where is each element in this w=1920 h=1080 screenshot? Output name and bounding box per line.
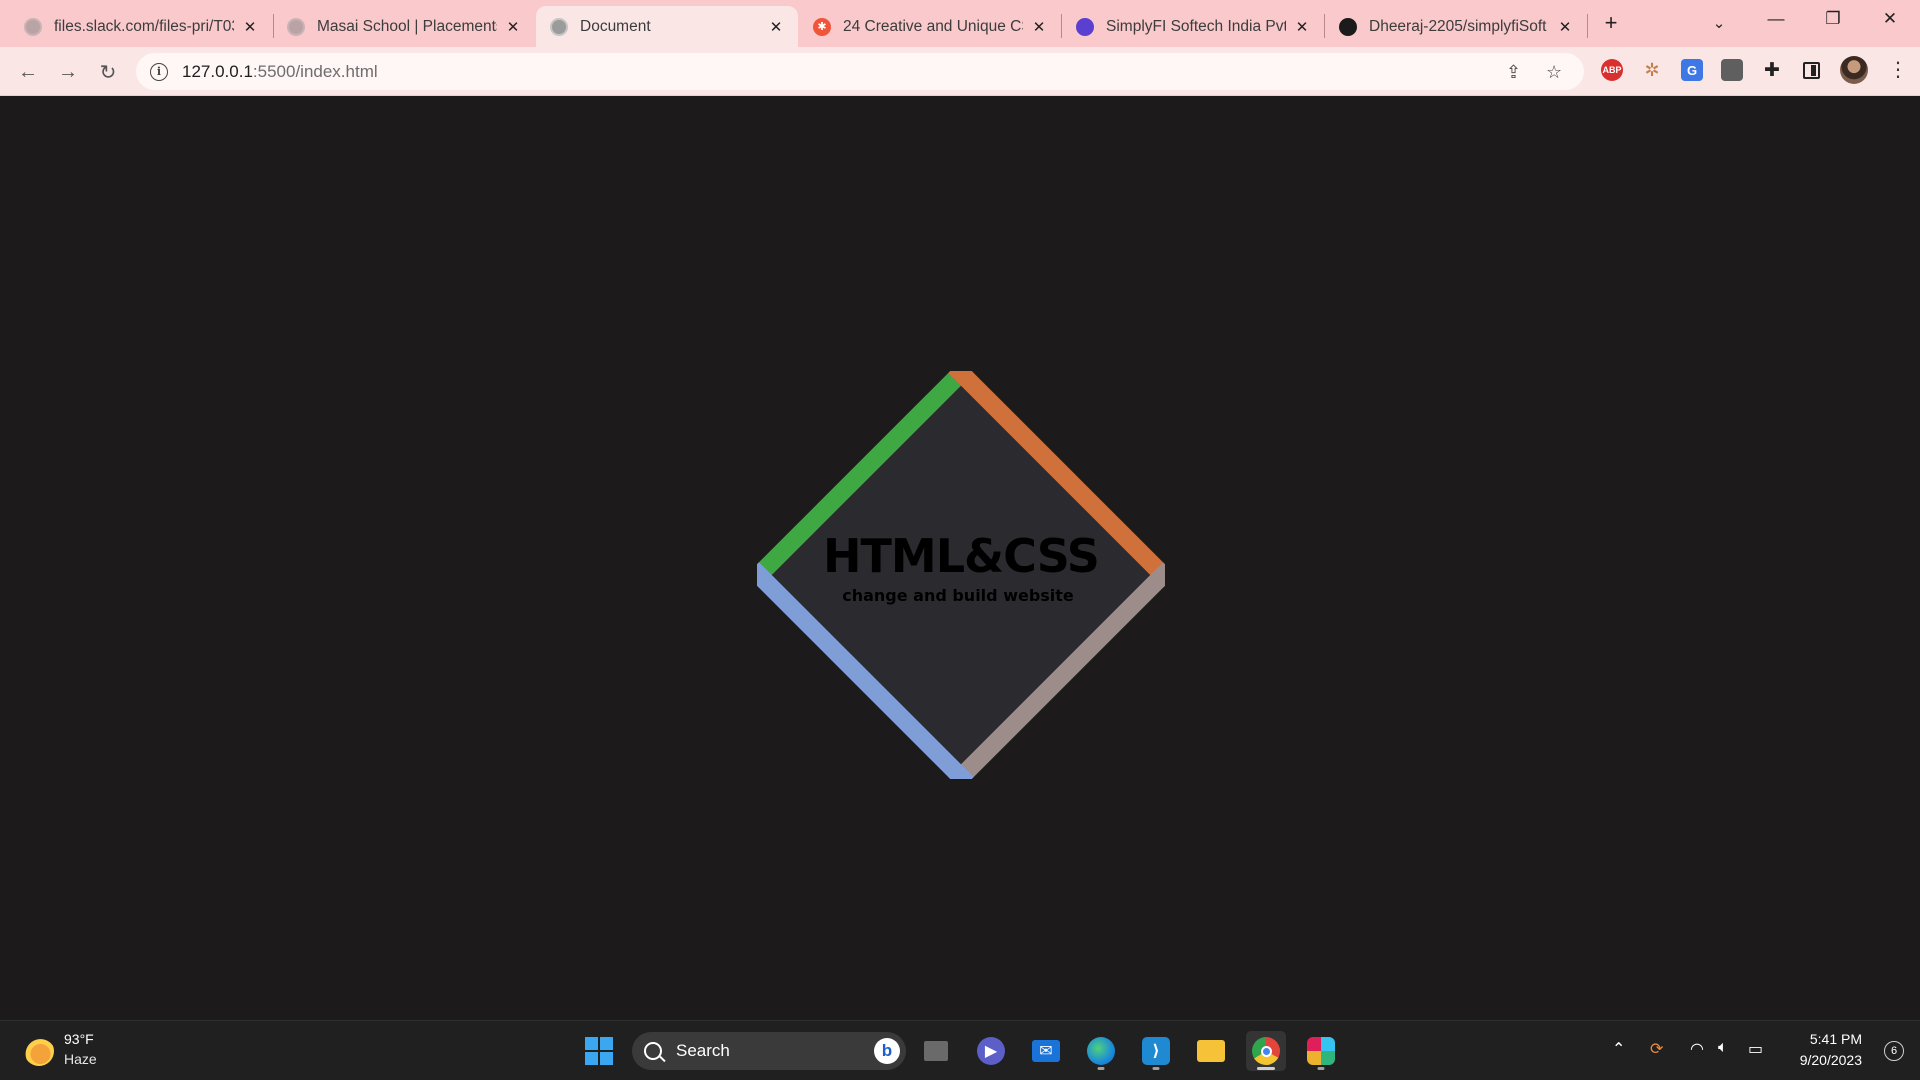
restore-button[interactable]: ❐ (1805, 0, 1861, 38)
tab-title: Document (580, 17, 651, 35)
minimize-button[interactable]: — (1748, 0, 1804, 38)
tab-document-active[interactable]: Document ✕ (536, 6, 798, 47)
tab-creative-css[interactable]: ✱ 24 Creative and Unique CS ✕ (799, 6, 1061, 47)
mail-icon[interactable]: ✉ (1026, 1031, 1066, 1071)
tab-title: Dheeraj-2205/simplyfiSoft (1369, 17, 1547, 35)
share-icon[interactable]: ⇪ (1506, 62, 1521, 83)
sync-icon[interactable]: ⟳ (1650, 1039, 1663, 1059)
edge-glyph (1087, 1037, 1115, 1065)
window-extension-icon[interactable] (1721, 59, 1743, 81)
tab-title: SimplyFI Softech India Pvt. (1106, 17, 1286, 35)
tab-search-chevron-icon[interactable]: ⌄ (1704, 8, 1734, 38)
tab-github-repo[interactable]: Dheeraj-2205/simplyfiSoft ✕ (1325, 6, 1587, 47)
chrome-icon[interactable] (1246, 1031, 1286, 1071)
slack-icon[interactable] (1301, 1031, 1341, 1071)
battery-icon[interactable]: ▭ (1748, 1039, 1763, 1059)
globe-icon (24, 17, 42, 36)
slack-glyph (1307, 1037, 1335, 1065)
tab-masai-placements[interactable]: Masai School | Placements ✕ (273, 6, 535, 47)
windows-logo-icon (585, 1037, 613, 1065)
side-panel-icon[interactable] (1803, 62, 1820, 79)
globe-icon (287, 17, 305, 36)
close-icon[interactable]: ✕ (766, 17, 786, 37)
search-label: Search (676, 1041, 730, 1060)
weather-temperature[interactable]: 93°F (64, 1031, 94, 1047)
tab-title: 24 Creative and Unique CS (843, 17, 1023, 35)
site-info-icon[interactable]: i (150, 62, 168, 81)
running-indicator (1317, 1067, 1325, 1070)
teams-meet-icon[interactable]: ▶ (971, 1031, 1011, 1071)
weather-haze-icon[interactable] (24, 1036, 54, 1066)
logo-subtitle: change and build website (842, 586, 1074, 605)
chrome-glyph (1252, 1037, 1280, 1065)
windows-taskbar: 93°F Haze Search b ▶ ✉ ⟩ ⌃ ⟳ ◠ 🔈︎ ▭ 5:41… (0, 1020, 1920, 1080)
edge-icon[interactable] (1081, 1031, 1121, 1071)
reload-button[interactable]: ↻ (92, 56, 124, 88)
adblock-plus-icon[interactable]: ABP (1601, 59, 1623, 81)
forward-button[interactable]: → (52, 56, 84, 88)
taskbar-search-box[interactable]: Search b (632, 1032, 906, 1070)
volume-icon[interactable]: 🔈︎ (1718, 1039, 1728, 1057)
bing-icon[interactable]: b (874, 1038, 900, 1064)
clock-time[interactable]: 5:41 PM (1810, 1031, 1862, 1047)
close-icon[interactable]: ✕ (240, 17, 260, 37)
close-icon[interactable]: ✕ (1292, 17, 1312, 37)
file-explorer-icon[interactable] (1191, 1031, 1231, 1071)
close-icon[interactable]: ✕ (1029, 17, 1049, 37)
weather-condition[interactable]: Haze (64, 1051, 97, 1067)
google-translate-icon[interactable]: G (1681, 59, 1703, 81)
url-path: :5500/index.html (252, 61, 378, 81)
wifi-icon[interactable]: ◠ (1690, 1039, 1704, 1059)
tab-title: files.slack.com/files-pri/T03 (54, 17, 234, 35)
new-tab-button[interactable]: + (1596, 8, 1626, 38)
bug-extension-icon[interactable]: ✲ (1641, 59, 1663, 81)
hubspot-icon: ✱ (813, 17, 831, 36)
address-bar[interactable]: i 127.0.0.1:5500/index.html ⇪ ☆ (136, 53, 1584, 90)
task-view-glyph (924, 1041, 948, 1061)
search-icon (644, 1042, 662, 1060)
window-close-button[interactable]: ✕ (1862, 0, 1918, 38)
extensions-puzzle-icon[interactable]: ✚ (1761, 59, 1783, 81)
chevron-up-icon[interactable]: ⌃ (1612, 1039, 1625, 1059)
clock-date[interactable]: 9/20/2023 (1800, 1052, 1862, 1068)
page-viewport: HTML&CSS change and build website (0, 96, 1920, 1020)
tab-separator (1587, 14, 1588, 38)
vscode-glyph: ⟩ (1142, 1037, 1170, 1065)
running-indicator-active (1257, 1067, 1275, 1070)
list-icon (1076, 17, 1094, 36)
globe-icon (550, 17, 568, 36)
task-view-icon[interactable] (916, 1031, 956, 1071)
profile-avatar[interactable] (1840, 56, 1868, 84)
close-icon[interactable]: ✕ (503, 17, 523, 37)
html-css-logo: HTML&CSS change and build website (757, 371, 1165, 779)
logo-title: HTML&CSS (823, 529, 1100, 583)
back-button[interactable]: ← (12, 56, 44, 88)
folder-glyph (1197, 1040, 1225, 1062)
url-host: 127.0.0.1 (182, 61, 253, 81)
menu-kebab-icon[interactable]: ⋮ (1888, 57, 1908, 82)
mail-glyph: ✉ (1032, 1040, 1060, 1062)
github-icon (1339, 17, 1357, 36)
start-button[interactable] (579, 1031, 619, 1071)
running-indicator (1152, 1067, 1160, 1070)
browser-toolbar: ← → ↻ i 127.0.0.1:5500/index.html ⇪ ☆ AB… (0, 47, 1920, 96)
teams-glyph: ▶ (977, 1037, 1005, 1065)
tab-title: Masai School | Placements (317, 17, 497, 35)
url-text: 127.0.0.1:5500/index.html (182, 62, 378, 82)
running-indicator (1097, 1067, 1105, 1070)
tab-strip: files.slack.com/files-pri/T03 ✕ Masai Sc… (0, 0, 1920, 47)
tab-slack-files[interactable]: files.slack.com/files-pri/T03 ✕ (10, 6, 272, 47)
tab-simplyfi-softech[interactable]: SimplyFI Softech India Pvt. ✕ (1062, 6, 1324, 47)
close-icon[interactable]: ✕ (1555, 17, 1575, 37)
bookmark-star-icon[interactable]: ☆ (1546, 62, 1562, 83)
notification-count-badge[interactable]: 6 (1884, 1041, 1904, 1061)
vscode-icon[interactable]: ⟩ (1136, 1031, 1176, 1071)
